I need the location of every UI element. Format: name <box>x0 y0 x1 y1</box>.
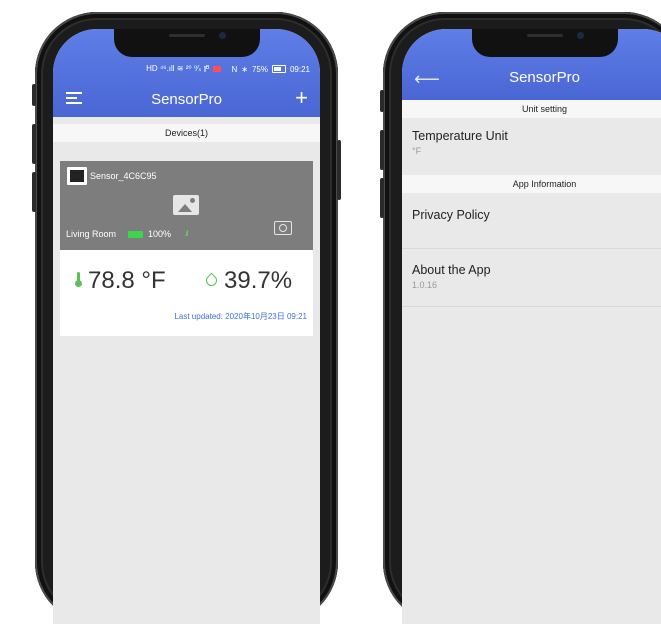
page-title: SensorPro <box>151 91 222 108</box>
device-room: Living Room <box>66 229 117 239</box>
temperature-unit-value: °F <box>412 146 422 156</box>
devices-count-label: Devices(1) <box>53 124 320 142</box>
device-battery-percent: 100% <box>148 229 172 239</box>
status-left-icons: HD ⁴⁶.ıll ≋ ²⁰ ⁰⁄ₛ ⫾ᴮ <box>146 64 210 73</box>
volume-up-button <box>32 124 36 164</box>
temperature-unit-row[interactable]: Temperature Unit °F › <box>402 118 661 176</box>
about-app-label: About the App <box>412 263 491 277</box>
bluetooth-icon: ∗ <box>241 64 248 74</box>
battery-icon <box>271 65 286 73</box>
nfc-icon: N <box>231 64 238 74</box>
right-screen: ⟵ SensorPro Unit setting Temperature Uni… <box>402 29 661 624</box>
unit-setting-section-label: Unit setting <box>402 100 661 118</box>
power-button <box>337 140 341 200</box>
battery-percent: 75% <box>251 64 268 74</box>
privacy-policy-row[interactable]: Privacy Policy › <box>402 193 661 249</box>
page-title: SensorPro <box>509 69 580 86</box>
app-information-section-label: App Information <box>402 175 661 193</box>
status-bar: HD ⁴⁶.ıll ≋ ²⁰ ⁰⁄ₛ ⫾ᴮ N ∗ 75% 09:21 <box>146 64 310 74</box>
humidity-reading: 39.7% <box>203 267 293 295</box>
image-placeholder-icon <box>173 195 199 215</box>
volume-down-button <box>380 178 384 218</box>
humidity-drop-icon <box>203 272 220 289</box>
device-battery-icon <box>128 231 143 238</box>
status-time: 09:21 <box>289 64 310 74</box>
last-updated-text: Last updated: 2020年10月23日 09:21 <box>174 312 307 321</box>
thermometer-icon <box>75 272 83 287</box>
mute-switch <box>32 84 36 106</box>
temperature-unit-label: Temperature Unit <box>412 129 508 143</box>
temperature-value: 78.8 °F <box>88 267 166 294</box>
mute-switch <box>380 90 384 112</box>
device-name: Sensor_4C6C95 <box>90 171 157 181</box>
notch <box>113 29 260 57</box>
about-app-row[interactable]: About the App 1.0.16 › <box>402 249 661 307</box>
app-version: 1.0.16 <box>412 280 438 290</box>
notch <box>471 29 618 57</box>
sensor-device-icon <box>67 167 87 185</box>
left-phone-frame: HD ⁴⁶.ıll ≋ ²⁰ ⁰⁄ₛ ⫾ᴮ N ∗ 75% 09:21 Sens… <box>32 12 341 624</box>
recording-icon <box>213 66 222 72</box>
privacy-policy-label: Privacy Policy <box>412 208 490 222</box>
humidity-value: 39.7% <box>224 267 293 294</box>
temperature-reading: 78.8 °F <box>75 267 166 295</box>
camera-icon[interactable] <box>274 221 292 235</box>
left-screen: HD ⁴⁶.ıll ≋ ²⁰ ⁰⁄ₛ ⫾ᴮ N ∗ 75% 09:21 Sens… <box>53 29 320 624</box>
volume-up-button <box>380 130 384 170</box>
device-card-banner: Sensor_4C6C95 Living Room 100% .ıl <box>60 161 313 250</box>
volume-down-button <box>32 172 36 212</box>
right-phone-frame: ⟵ SensorPro Unit setting Temperature Uni… <box>380 12 661 624</box>
add-device-icon[interactable]: + <box>295 87 308 109</box>
signal-strength-icon: .ıl <box>184 229 188 238</box>
device-card[interactable]: Sensor_4C6C95 Living Room 100% .ıl 78.8 … <box>60 161 313 336</box>
